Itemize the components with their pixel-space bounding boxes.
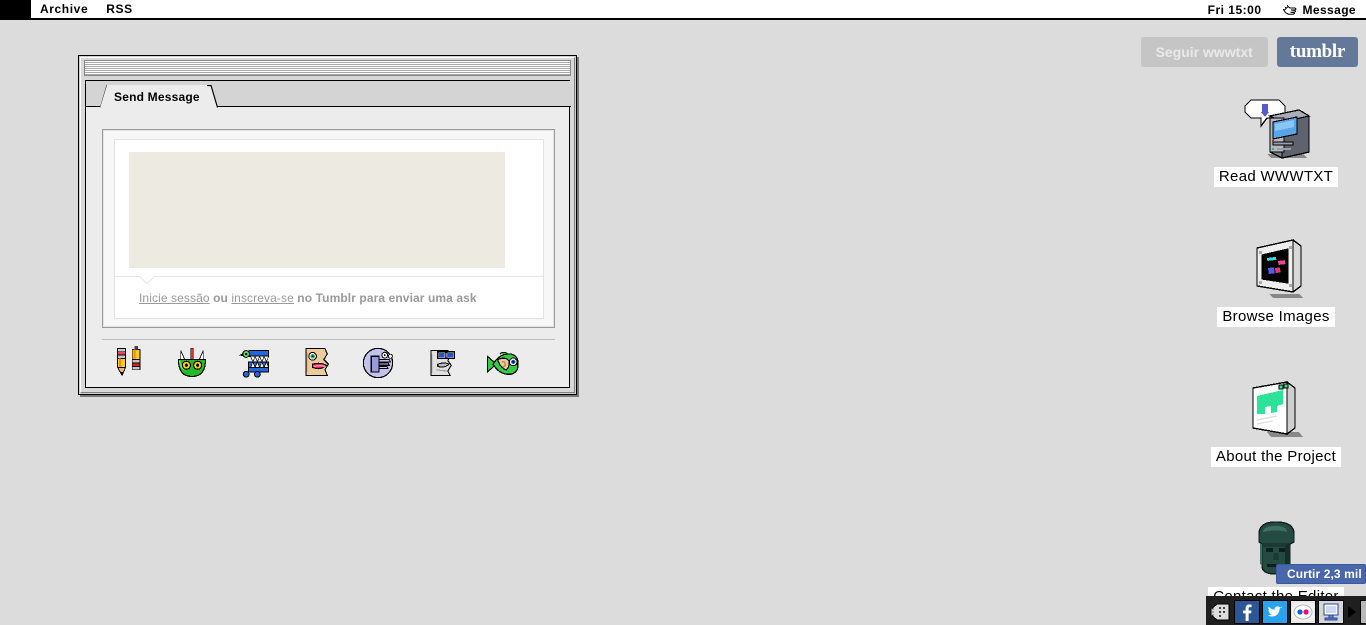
ask-message-textarea[interactable] [129, 152, 505, 268]
apple-logo-icon[interactable] [0, 0, 31, 19]
tab-send-message[interactable]: Send Message [100, 85, 214, 108]
titlebar-texture [85, 61, 570, 75]
facebook-like-button[interactable]: Curtir 2,3 mil [1276, 564, 1366, 584]
login-link[interactable]: Inicie sessão [139, 291, 210, 305]
desktop-icon-browse-images[interactable]: Browse Images [1191, 236, 1361, 327]
green-creature-face-icon[interactable] [174, 345, 210, 381]
lips-face-icon[interactable] [298, 345, 334, 381]
play-arrow-icon[interactable] [1346, 599, 1358, 624]
window-inner-frame: Send Message Inicie sessão ou inscreva-s… [80, 57, 575, 393]
signup-link[interactable]: inscreva-se [231, 291, 293, 305]
notepad-icon [1252, 380, 1303, 437]
window-content-panel: Send Message Inicie sessão ou inscreva-s… [85, 80, 571, 388]
menu-archive[interactable]: Archive [31, 0, 97, 19]
dock-window-icon[interactable] [1360, 599, 1366, 624]
desktop-icon-label: Read WWWTXT [1213, 167, 1339, 187]
dock-flickr-icon[interactable] [1290, 599, 1316, 624]
social-dock [1206, 596, 1366, 625]
menu-bar: Archive RSS Fri 15:00 Message [0, 0, 1366, 20]
dock-screen-icon[interactable] [1318, 599, 1344, 624]
login-prompt-middle: ou [209, 290, 232, 305]
menu-bar-left-group: Archive RSS [0, 0, 142, 19]
picture-frame-icon [1256, 239, 1303, 298]
tumblr-dashboard-button[interactable]: tumblr [1276, 37, 1358, 67]
facebook-like-label: Curtir 2,3 mil [1287, 567, 1362, 581]
desktop-icon-about-project[interactable]: About the Project [1191, 376, 1361, 467]
desktop-icon-contact-editor[interactable]: Contact the Editor [1191, 516, 1361, 607]
menu-bar-message-label: Message [1302, 3, 1356, 17]
menu-bar-clock[interactable]: Fri 15:00 [1200, 0, 1276, 20]
follow-wwwtxt-button[interactable]: Seguir wwwtxt [1140, 37, 1268, 67]
desktop-icon-read-wwwtxt[interactable]: Read WWWTXT [1191, 96, 1361, 187]
pointing-hand-icon [1282, 3, 1298, 17]
dock-facebook-icon[interactable] [1234, 599, 1260, 624]
menu-bar-right-group: Fri 15:00 Message [1200, 0, 1366, 20]
speech-notch-icon [139, 276, 155, 284]
login-prompt-strip: Inicie sessão ou inscreva-se no Tumblr p… [115, 276, 543, 318]
desktop-icon-label: Browse Images [1217, 307, 1335, 327]
send-message-window[interactable]: Send Message Inicie sessão ou inscreva-s… [78, 55, 577, 395]
icon-shelf [102, 339, 555, 385]
menu-rss[interactable]: RSS [97, 0, 141, 19]
dock-rss-icon[interactable] [1208, 600, 1232, 624]
binoculars-face-icon[interactable] [422, 345, 458, 381]
menu-bar-message[interactable]: Message [1276, 0, 1366, 20]
login-prompt-text: Inicie sessão ou inscreva-se no Tumblr p… [115, 291, 477, 305]
fish-ear-icon[interactable] [484, 345, 520, 381]
blue-jaw-machine-icon[interactable] [236, 345, 272, 381]
window-titlebar[interactable] [84, 60, 571, 76]
tab-strip: Send Message [86, 81, 571, 107]
classic-mac-computer-icon [1244, 99, 1311, 159]
ask-form-card: Inicie sessão ou inscreva-se no Tumblr p… [102, 129, 555, 328]
dock-twitter-icon[interactable] [1262, 599, 1288, 624]
desktop-icon-label: About the Project [1210, 447, 1342, 467]
pencils-icon[interactable] [112, 345, 148, 381]
ask-form-inner: Inicie sessão ou inscreva-se no Tumblr p… [114, 139, 544, 319]
purple-hand-icon[interactable] [360, 345, 396, 381]
tumblr-controls: Seguir wwwtxt tumblr [1140, 37, 1358, 67]
login-prompt-tail: no Tumblr para enviar uma ask [293, 290, 477, 305]
